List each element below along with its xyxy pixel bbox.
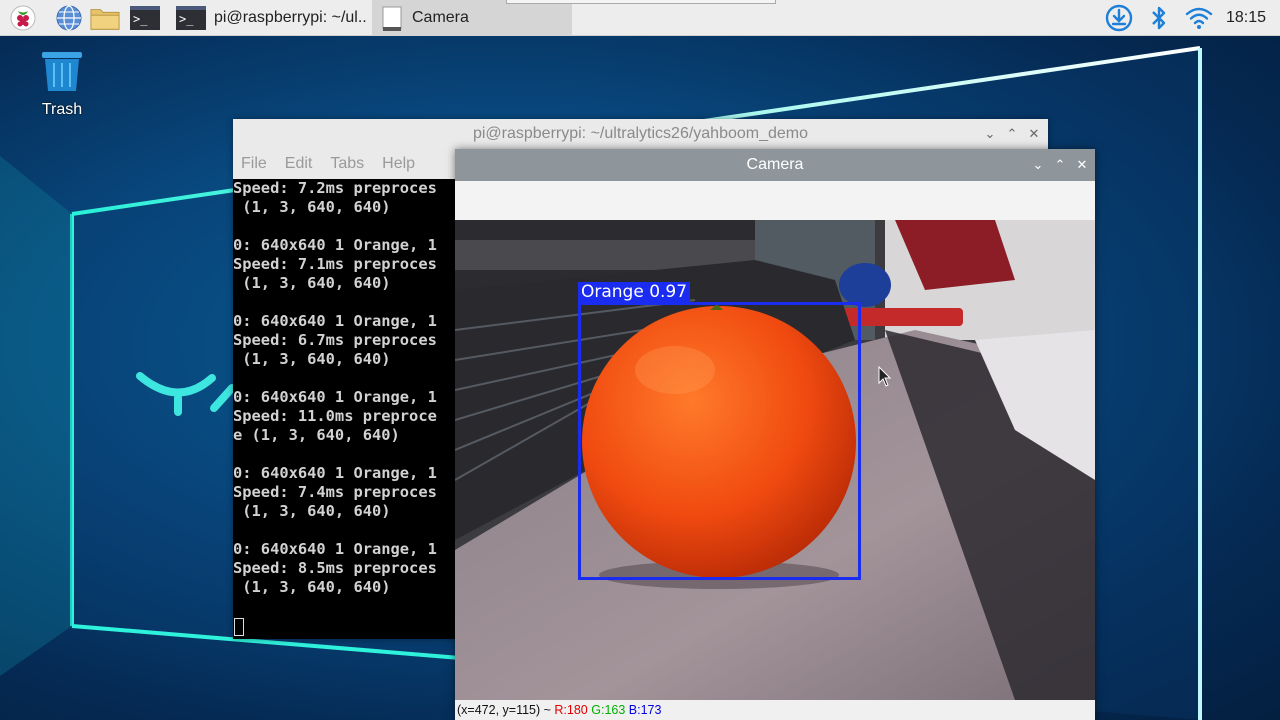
mouse-pointer-icon bbox=[878, 366, 892, 387]
panel-slot bbox=[506, 0, 776, 4]
close-icon[interactable]: ✕ bbox=[1027, 126, 1041, 141]
close-icon[interactable]: ✕ bbox=[1075, 157, 1089, 172]
download-icon[interactable] bbox=[1105, 4, 1133, 32]
wifi-icon[interactable] bbox=[1185, 4, 1213, 32]
pixel-coords: (x=472, y=115) ~ bbox=[457, 703, 555, 717]
pixel-r: R:180 bbox=[554, 703, 588, 717]
camera-statusbar: (x=472, y=115) ~ R:180 G:163 B:173 bbox=[455, 700, 1095, 720]
menu-help[interactable]: Help bbox=[382, 155, 415, 173]
maximize-icon[interactable]: ⌃ bbox=[1005, 126, 1019, 141]
text-cursor bbox=[234, 618, 244, 636]
terminal-menubar: File Edit Tabs Help bbox=[233, 149, 415, 179]
terminal-icon[interactable]: >_ bbox=[130, 3, 160, 33]
pixel-g: G:163 bbox=[591, 703, 626, 717]
minimize-icon[interactable]: ⌄ bbox=[983, 126, 997, 141]
web-browser-icon[interactable] bbox=[54, 3, 84, 33]
camera-frame[interactable]: Orange 0.97 bbox=[455, 220, 1095, 700]
menu-edit[interactable]: Edit bbox=[285, 155, 313, 173]
trash-icon bbox=[42, 52, 82, 91]
clock[interactable]: 18:15 bbox=[1226, 0, 1266, 36]
task-label: pi@raspberrypi: ~/ul.. bbox=[214, 9, 367, 26]
taskbar: >_ >_ pi@raspberrypi: ~/ul.. Camera 18:1… bbox=[0, 0, 1280, 36]
menu-file[interactable]: File bbox=[241, 155, 267, 173]
camera-toolbar bbox=[455, 181, 1095, 221]
pixel-b: B:173 bbox=[628, 703, 662, 717]
terminal-icon: >_ bbox=[176, 6, 206, 30]
camera-title: Camera bbox=[455, 149, 1095, 181]
task-label: Camera bbox=[412, 9, 469, 26]
taskbar-task-camera[interactable]: Camera bbox=[372, 0, 572, 36]
window-icon bbox=[380, 6, 404, 31]
camera-window[interactable]: Camera ⌄ ⌃ ✕ Orange 0.97 (x=472, y=115) … bbox=[455, 149, 1095, 720]
taskbar-task-terminal[interactable]: >_ pi@raspberrypi: ~/ul.. bbox=[168, 0, 372, 36]
terminal-text: Speed: 7.2ms preproces (1, 3, 640, 640) … bbox=[233, 179, 437, 596]
detection-bounding-box bbox=[578, 302, 861, 580]
desktop-icon-trash[interactable]: Trash bbox=[30, 50, 94, 119]
file-manager-icon[interactable] bbox=[90, 3, 120, 33]
detection-label: Orange 0.97 bbox=[578, 282, 691, 302]
minimize-icon[interactable]: ⌄ bbox=[1031, 157, 1045, 172]
bluetooth-icon[interactable] bbox=[1145, 4, 1173, 32]
terminal-window-controls: ⌄ ⌃ ✕ bbox=[983, 119, 1041, 149]
camera-window-controls: ⌄ ⌃ ✕ bbox=[1031, 150, 1089, 180]
menu-tabs[interactable]: Tabs bbox=[330, 155, 364, 173]
raspberry-menu-icon[interactable] bbox=[8, 3, 38, 33]
trash-label: Trash bbox=[41, 101, 83, 118]
maximize-icon[interactable]: ⌃ bbox=[1053, 157, 1067, 172]
terminal-title: pi@raspberrypi: ~/ultralytics26/yahboom_… bbox=[472, 125, 809, 142]
terminal-output[interactable]: Speed: 7.2ms preproces (1, 3, 640, 640) … bbox=[233, 179, 455, 639]
